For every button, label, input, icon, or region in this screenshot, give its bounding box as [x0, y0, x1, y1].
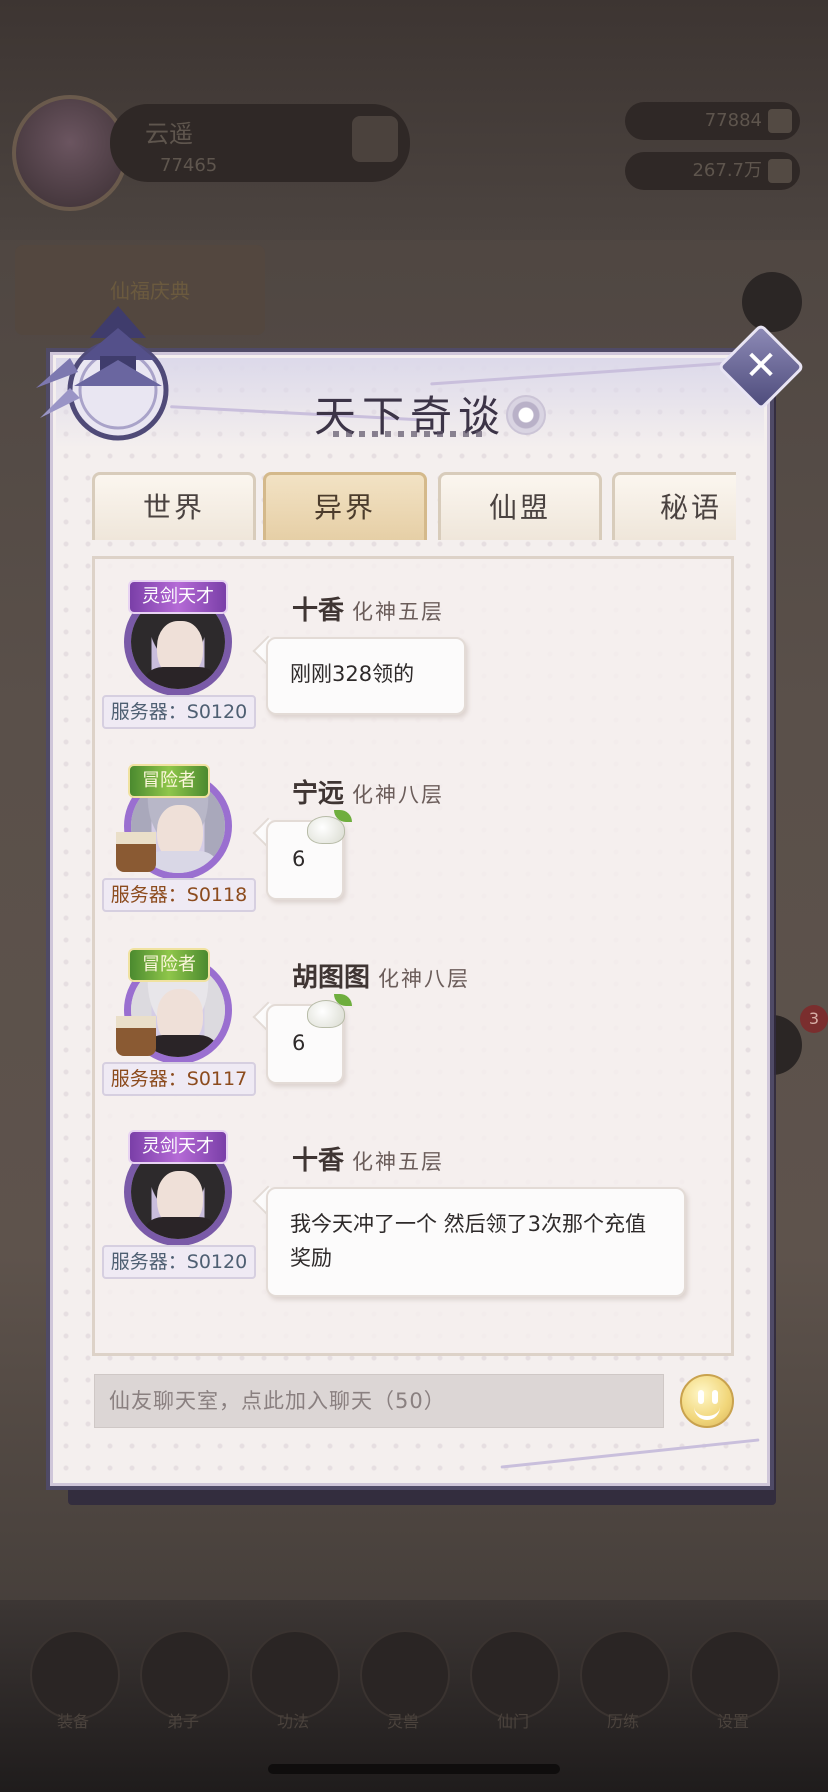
plus-icon: [768, 109, 792, 133]
menu-icon: [352, 116, 398, 162]
nav-label-3: 功法: [276, 1712, 309, 1731]
cultivation-level: 化神五层: [352, 1150, 445, 1174]
settings-gear-icon[interactable]: [506, 395, 546, 435]
home-indicator[interactable]: [268, 1764, 560, 1774]
chat-bubble: 我今天冲了一个 然后领了3次那个充值奖励: [266, 1187, 686, 1297]
nav-icon-4: [360, 1630, 450, 1720]
username-row[interactable]: 宁远 化神八层: [292, 773, 444, 810]
plus-icon: [768, 159, 792, 183]
resource-bar-1: 77884: [625, 102, 800, 140]
nav-icon-2: [140, 1630, 230, 1720]
avatar-body: [141, 667, 221, 689]
nav-label-2: 弟子: [166, 1712, 199, 1731]
tab-otherworld[interactable]: 异界: [263, 472, 427, 540]
message-text: 6: [292, 1031, 306, 1055]
username: 胡图图: [292, 963, 371, 993]
title-badge-sword: 灵剑天才: [128, 1130, 228, 1164]
nav-icon-6: [580, 1630, 670, 1720]
emoji-eye: [712, 1390, 718, 1404]
nav-icon-3: [250, 1630, 340, 1720]
message-text: 6: [292, 847, 306, 871]
close-button[interactable]: ✕: [730, 336, 792, 398]
server-label: 服务器：S0120: [102, 1245, 256, 1279]
message-text: 我今天冲了一个 然后领了3次那个充值奖励: [290, 1212, 647, 1270]
resource-bar-2: 267.7万: [625, 152, 800, 190]
avatar-body: [141, 1217, 221, 1239]
username: 十香: [292, 1146, 345, 1176]
username: 十香: [292, 596, 345, 626]
nav-icon-1: [30, 1630, 120, 1720]
nav-label-4: 灵兽: [386, 1712, 419, 1731]
username-row[interactable]: 胡图图 化神八层: [292, 957, 470, 994]
chat-bubble: 刚刚328领的: [266, 637, 466, 715]
emoji-mouth: [694, 1406, 720, 1420]
resource-value-2: 267.7万: [692, 160, 762, 181]
nav-icon-7: [690, 1630, 780, 1720]
title-badge-adventurer: 冒险者: [128, 948, 210, 982]
nav-label-1: 装备: [56, 1712, 89, 1731]
bucket-icon: [116, 832, 156, 872]
nav-label-6: 历练: [606, 1712, 639, 1731]
username-row[interactable]: 十香 化神五层: [292, 1140, 444, 1177]
player-name: 云遥: [145, 120, 193, 148]
tab-whisper[interactable]: 秘语: [612, 472, 736, 540]
bucket-icon: [116, 1016, 156, 1056]
title-badge-adventurer: 冒险者: [128, 764, 210, 798]
nav-label-7: 设置: [716, 1712, 749, 1731]
chat-input[interactable]: 仙友聊天室，点此加入聊天（50）: [94, 1374, 664, 1428]
nav-label-5: 仙门: [496, 1712, 529, 1731]
cultivation-level: 化神八层: [352, 783, 445, 807]
server-label: 服务器：S0118: [102, 878, 256, 912]
cultivation-level: 化神八层: [378, 967, 471, 991]
title-badge-sword: 灵剑天才: [128, 580, 228, 614]
message-text: 刚刚328领的: [290, 662, 415, 686]
emoji-button[interactable]: [680, 1374, 734, 1428]
nav-icon-5: [470, 1630, 560, 1720]
username-row[interactable]: 十香 化神五层: [292, 590, 444, 627]
player-power: 77465: [160, 155, 218, 176]
server-label: 服务器：S0120: [102, 695, 256, 729]
cultivation-level: 化神五层: [352, 600, 445, 624]
tab-alliance[interactable]: 仙盟: [438, 472, 602, 540]
emoji-eye: [698, 1390, 704, 1404]
username: 宁远: [292, 779, 345, 809]
notification-badge: 3: [800, 1005, 828, 1033]
chat-icon: [742, 272, 802, 332]
tab-world[interactable]: 世界: [92, 472, 256, 540]
title-underline: [333, 431, 488, 437]
resource-value-1: 77884: [704, 110, 762, 131]
server-label: 服务器：S0117: [102, 1062, 256, 1096]
